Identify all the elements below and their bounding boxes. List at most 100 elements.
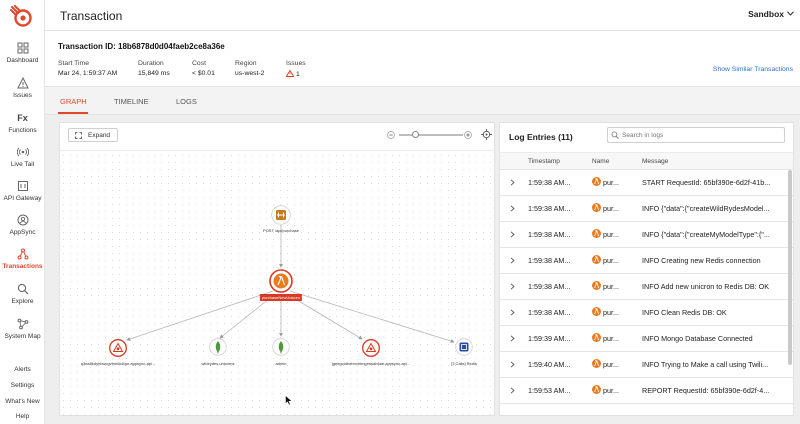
log-timestamp: 1:59:38 AM... [528,230,571,239]
log-row[interactable]: 1:59:39 AM... pur... INFO Mongo Database… [500,326,793,352]
sidebar-item-label: Transactions [2,263,43,270]
log-function-name: pur... [603,308,619,317]
zoom-in-icon[interactable] [464,131,472,139]
top-bar: Transaction Sandbox [45,0,800,31]
sidebar-link-alerts[interactable]: Alerts [0,366,45,373]
sidebar-item-issues[interactable]: Issues [0,77,45,99]
log-message: INFO {"data":{"createWildRydesModel... [642,204,770,213]
sidebar-item-label: Dashboard [6,57,39,64]
meta-value: 15,849 ms [138,70,170,77]
log-row[interactable]: 1:59:38 AM... pur... INFO Clean Redis DB… [500,300,793,326]
log-function-name: pur... [603,360,619,369]
sidebar-item-explore[interactable]: Explore [0,283,45,305]
sidebar-item-system-map[interactable]: System Map [0,318,45,340]
lambda-icon [592,307,601,316]
mouse-cursor-icon [285,395,293,406]
log-function-name: pur... [603,204,619,213]
sidebar-item-functions[interactable]: Fx Functions [0,112,45,134]
sidebar-item-live-tail[interactable]: Live Tail [0,146,45,168]
log-entries-title: Log Entries (11) [509,132,573,142]
show-similar-transactions-link[interactable]: Show Similar Transactions [713,66,793,73]
mongodb-node-icon[interactable] [272,338,290,356]
log-timestamp: 1:59:39 AM... [528,334,571,343]
log-table-header: Timestamp Name Message [500,152,793,170]
api-gateway-icon [17,181,28,191]
mongodb-node-icon[interactable] [209,338,227,356]
redis-node-icon[interactable] [455,338,473,356]
log-message: START RequestId: 65bf390e-6d2f-41b... [642,178,771,187]
log-row[interactable]: 1:59:38 AM... pur... INFO Creating new R… [500,248,793,274]
appsync-node-icon[interactable] [362,339,380,357]
chevron-right-icon[interactable] [510,205,515,212]
meta-issues: Issues 1 [286,60,306,78]
center-graph-icon[interactable] [481,129,492,140]
sidebar-item-label: System Map [4,333,41,340]
sidebar-link-whats-new[interactable]: What's New [0,398,45,405]
log-row[interactable]: 1:59:53 AM... pur... REPORT RequestId: 6… [500,378,793,404]
expand-button[interactable]: Expand [68,128,118,142]
app-logo-icon[interactable] [10,5,34,27]
log-function-name: pur... [603,230,619,239]
lambda-icon [592,203,601,212]
chevron-right-icon[interactable] [510,231,515,238]
log-function-name: pur... [603,386,619,395]
sidebar-item-api-gateway[interactable]: API Gateway [0,180,45,202]
chevron-down-icon[interactable] [787,11,794,16]
meta-start-time: Start Time Mar 24, 1:59:37 AM [58,60,117,77]
chevron-right-icon[interactable] [510,361,515,368]
chevron-right-icon[interactable] [510,257,515,264]
log-message: REPORT RequestId: 65bf390e-6d2f-4... [642,386,770,395]
log-function-name: pur... [603,256,619,265]
warning-icon [16,77,29,89]
sidebar-link-settings[interactable]: Settings [0,382,45,389]
transactions-icon [17,248,28,260]
log-timestamp: 1:59:38 AM... [528,308,571,317]
graph-canvas[interactable]: POST /api/purchase purchaseNewUnicorn q3… [60,152,494,415]
chevron-right-icon[interactable] [510,335,515,342]
zoom-slider-track[interactable] [399,134,463,136]
sidebar-item-appsync[interactable]: AppSync [0,214,45,236]
environment-selector[interactable]: Sandbox [748,9,784,19]
log-scrollbar[interactable] [788,170,792,365]
sidebar-link-help[interactable]: Help [0,413,45,420]
log-message: INFO {"data":{"createMyModelType":{"... [642,230,770,239]
lambda-node-icon[interactable] [269,269,293,293]
tab-timeline[interactable]: TIMELINE [114,97,149,106]
api-gateway-node-icon[interactable] [271,205,291,225]
log-timestamp: 1:59:38 AM... [528,282,571,291]
function-icon: Fx [17,113,28,123]
system-map-icon [17,318,28,330]
tab-logs[interactable]: LOGS [176,97,197,106]
appsync-node-icon[interactable] [109,339,127,357]
meta-value: Mar 24, 1:59:37 AM [58,70,118,77]
meta-label: Cost [192,60,206,67]
chevron-right-icon[interactable] [510,283,515,290]
sidebar-item-transactions[interactable]: Transactions [0,248,45,270]
lambda-icon [592,229,601,238]
log-row[interactable]: 1:59:38 AM... pur... START RequestId: 65… [500,170,793,196]
column-header-timestamp[interactable]: Timestamp [528,158,560,165]
meta-region: Region us-west-2 [235,60,264,77]
column-header-message[interactable]: Message [642,158,668,165]
column-header-name[interactable]: Name [592,158,609,165]
appsync-icon [17,214,28,226]
log-search-input[interactable] [607,127,785,143]
log-function-name: pur... [603,334,619,343]
log-entries-panel: Log Entries (11) Timestamp Name Message … [499,122,794,416]
zoom-out-icon[interactable] [387,131,395,139]
log-row[interactable]: 1:59:38 AM... pur... INFO {"data":{"crea… [500,196,793,222]
zoom-slider-handle[interactable] [412,131,419,138]
sidebar-item-dashboard[interactable]: Dashboard [0,42,45,64]
log-timestamp: 1:59:38 AM... [528,204,571,213]
sidebar-item-label: Functions [8,127,37,134]
tab-graph[interactable]: GRAPH [60,97,87,106]
chevron-right-icon[interactable] [510,179,515,186]
search-icon [611,131,619,139]
log-row[interactable]: 1:59:38 AM... pur... INFO {"data":{"crea… [500,222,793,248]
log-row[interactable]: 1:59:38 AM... pur... INFO Add new unicro… [500,274,793,300]
log-row[interactable]: 1:59:40 AM... pur... INFO Trying to Make… [500,352,793,378]
chevron-right-icon[interactable] [510,387,515,394]
log-timestamp: 1:59:38 AM... [528,178,571,187]
chevron-right-icon[interactable] [510,309,515,316]
warning-icon [286,70,294,77]
